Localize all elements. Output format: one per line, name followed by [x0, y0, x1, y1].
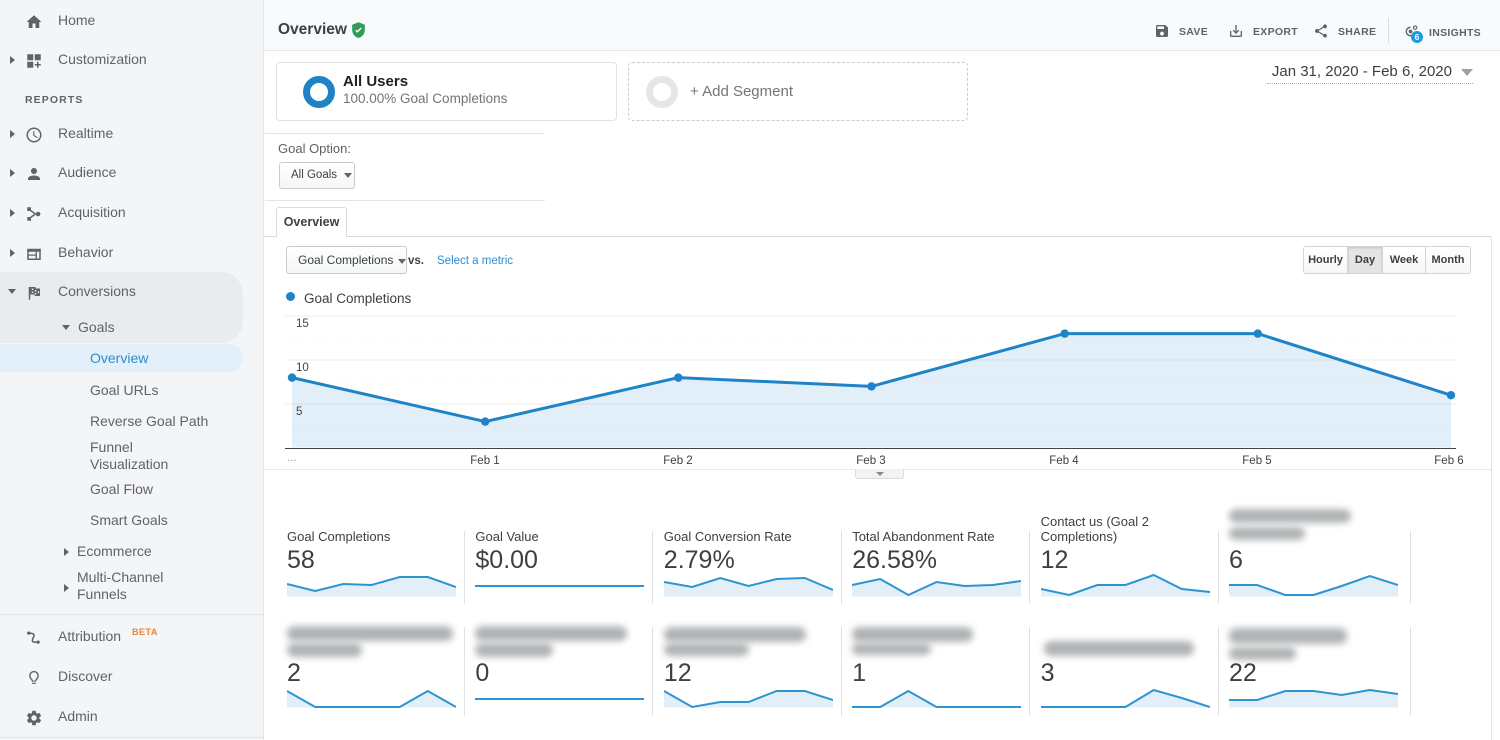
svg-text:Feb 1: Feb 1 [470, 455, 499, 467]
svg-text:...: ... [287, 452, 297, 464]
svg-text:Feb 5: Feb 5 [1242, 455, 1271, 467]
svg-text:5: 5 [296, 406, 302, 418]
svg-text:Feb 3: Feb 3 [856, 455, 885, 467]
svg-text:Feb 2: Feb 2 [663, 455, 692, 467]
svg-text:Feb 6: Feb 6 [1434, 455, 1463, 467]
svg-text:Feb 4: Feb 4 [1049, 455, 1079, 467]
svg-text:10: 10 [296, 362, 309, 374]
svg-text:15: 15 [296, 318, 309, 330]
